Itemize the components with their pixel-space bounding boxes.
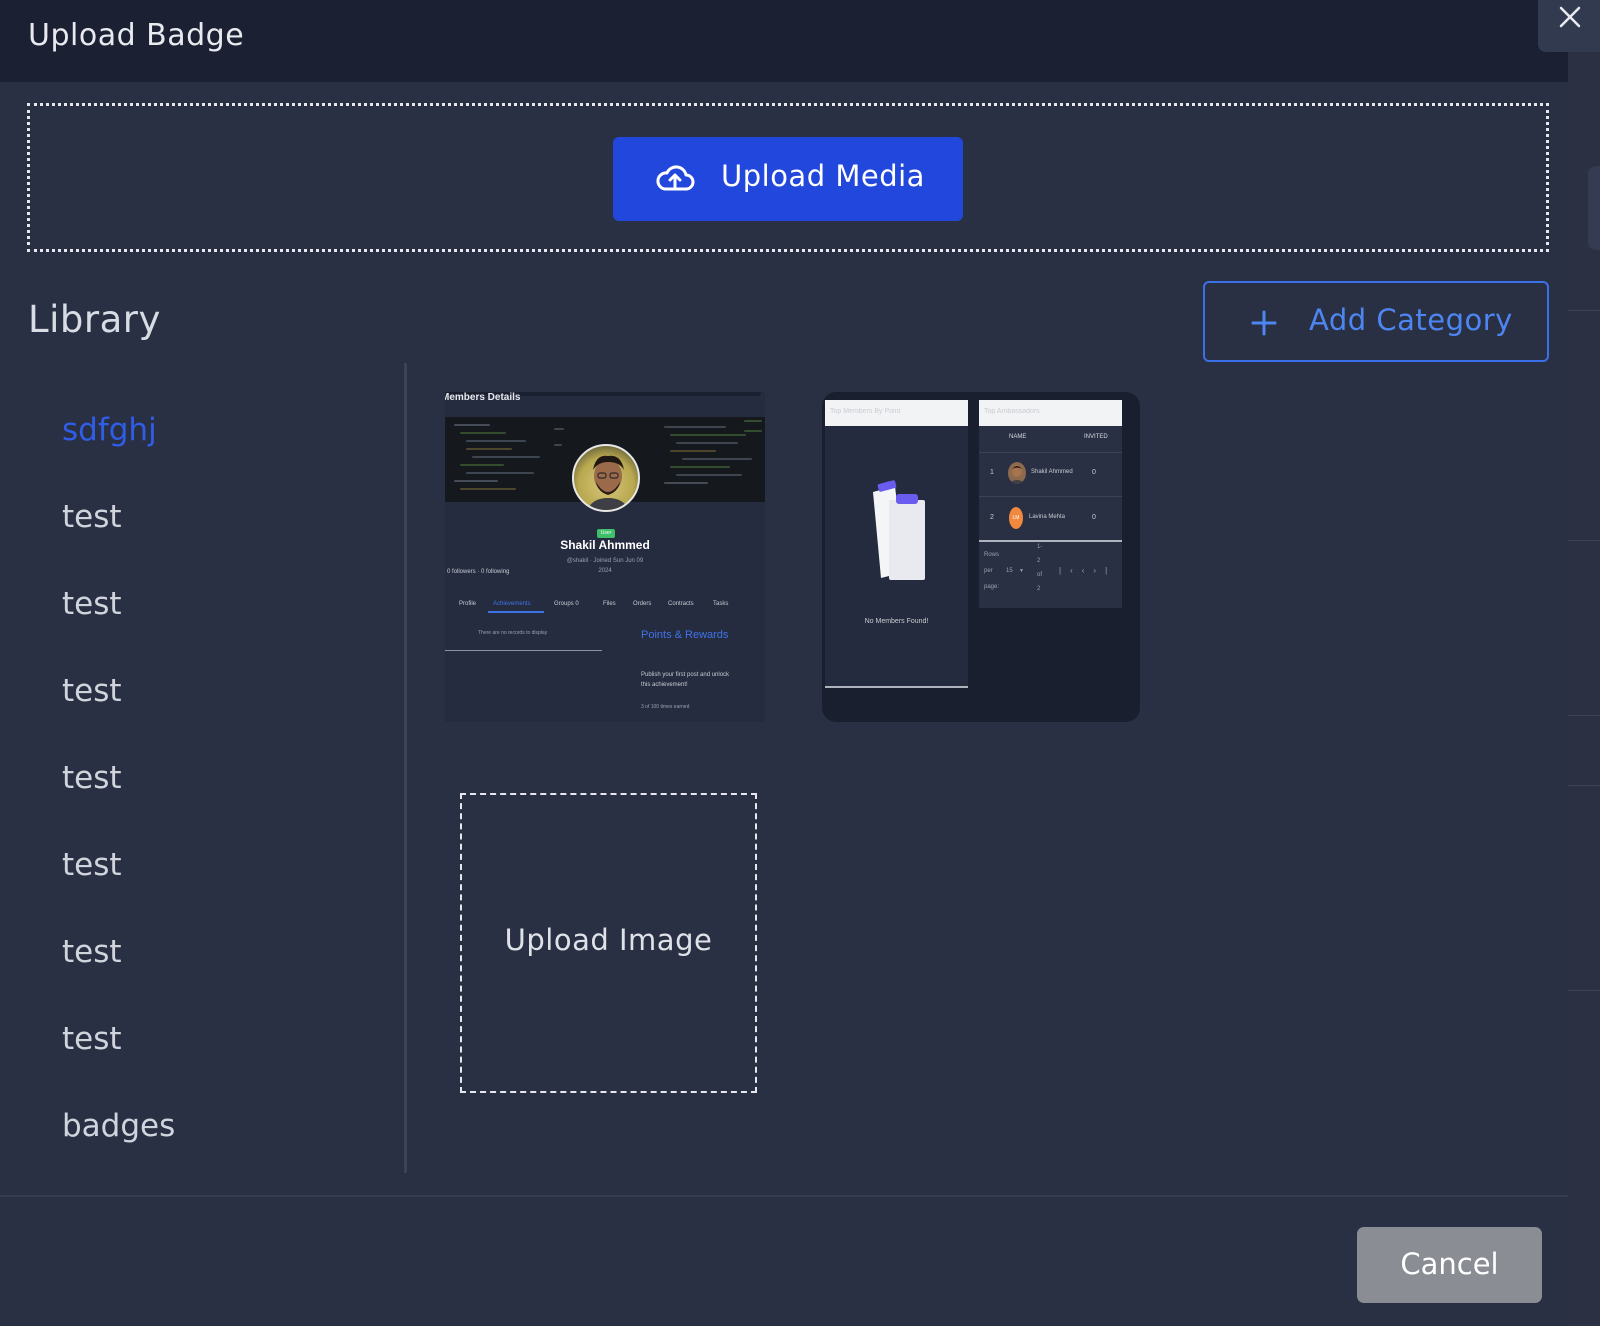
close-button[interactable] — [1538, 0, 1600, 52]
member-name: Shakil Ahmmed — [560, 538, 650, 552]
add-category-button[interactable]: Add Category — [1203, 281, 1549, 362]
category-item[interactable]: test — [62, 934, 122, 970]
category-item[interactable]: test — [62, 673, 122, 709]
rewards-count: 3 of 100 times earned — [641, 704, 690, 710]
member-follow-counts: 0 followers · 0 following — [447, 569, 510, 575]
modal-title: Upload Badge — [28, 18, 245, 53]
thumb-tab: Contracts — [668, 601, 694, 607]
row-avatar — [1008, 462, 1026, 484]
library-divider — [404, 363, 407, 1173]
background-page-strip — [1568, 0, 1600, 1326]
thumb-heading: Members Details — [445, 392, 521, 403]
thumb-tab-active: Achievements — [493, 601, 531, 607]
category-item[interactable]: test — [62, 586, 122, 622]
row-name: Lavina Mehta — [1029, 514, 1066, 520]
rows-per-page-label: page: — [984, 584, 1000, 590]
row-invited: 0 — [1092, 469, 1096, 476]
cancel-button[interactable]: Cancel — [1357, 1227, 1542, 1303]
add-category-label: Add Category — [1309, 303, 1513, 337]
pagination-arrows-icon: |‹‹›| — [1059, 566, 1117, 575]
thumb-tab: Groups 0 — [554, 601, 579, 607]
cloud-upload-icon — [656, 165, 695, 191]
modal-header: Upload Badge — [0, 0, 1568, 82]
category-item[interactable]: test — [62, 847, 122, 883]
row-rank: 1 — [990, 469, 994, 476]
clipboard-illustration-icon — [873, 480, 925, 580]
row-rank: 2 — [990, 514, 994, 521]
col-invited: INVITED — [1084, 434, 1108, 440]
row-initials-avatar: LM — [1009, 507, 1023, 529]
pagination-range: of — [1037, 572, 1043, 578]
dropdown-arrow-icon: ▼ — [1019, 568, 1024, 574]
panel-title: Top Ambassadors — [984, 408, 1040, 415]
pagination-range: 2 — [1037, 558, 1041, 564]
thumb-tab: Files — [603, 601, 616, 607]
user-role-badge: User — [597, 529, 615, 538]
member-avatar — [572, 444, 640, 512]
library-image-member-details[interactable]: Members Details User Shakil Ahmmed @shak… — [445, 392, 765, 722]
category-item[interactable]: test — [62, 1021, 122, 1057]
close-icon — [1559, 6, 1581, 28]
category-item[interactable]: test — [62, 499, 122, 535]
col-name: NAME — [1009, 434, 1027, 440]
category-item-sdfghj[interactable]: sdfghj — [62, 412, 157, 448]
category-item[interactable]: test — [62, 760, 122, 796]
upload-media-button[interactable]: Upload Media — [613, 137, 963, 221]
rewards-desc: this achievement! — [641, 682, 688, 688]
rows-per-page-value: 15 — [1006, 568, 1013, 574]
upload-badge-modal: Upload Badge Upload Media Library Add Ca… — [0, 0, 1568, 1326]
thumb-empty-text: There are no records to display — [478, 630, 548, 636]
rows-per-page-label: Rows — [984, 552, 1000, 558]
category-item-badges[interactable]: badges — [62, 1108, 175, 1144]
row-invited: 0 — [1092, 514, 1096, 521]
upload-media-label: Upload Media — [721, 159, 925, 193]
member-handle: @shakil · Joined Sun Jun 09 — [566, 558, 644, 564]
cancel-label: Cancel — [1400, 1247, 1499, 1281]
upload-image-tile[interactable]: Upload Image — [460, 793, 757, 1093]
pagination-range: 1- — [1037, 544, 1043, 550]
footer-divider — [0, 1195, 1568, 1197]
pagination-range: 2 — [1037, 586, 1041, 592]
rewards-desc: Publish your first post and unlock — [641, 672, 730, 678]
leaderboard-empty-text: No Members Found! — [864, 618, 929, 625]
library-title: Library — [28, 298, 161, 341]
rewards-title: Points & Rewards — [641, 629, 729, 641]
panel-title: Top Members By Point — [830, 408, 901, 415]
rows-per-page-label: per — [984, 568, 993, 574]
upload-image-label: Upload Image — [504, 923, 713, 957]
thumb-tab: Orders — [633, 601, 652, 607]
thumb-tab: Profile — [459, 601, 477, 607]
plus-icon — [1251, 310, 1277, 336]
thumb-tab: Tasks — [713, 601, 729, 607]
library-image-leaderboard[interactable]: Top Members By Point No Members Found! T… — [822, 392, 1140, 722]
row-name: Shakil Ahmmed — [1031, 469, 1073, 475]
